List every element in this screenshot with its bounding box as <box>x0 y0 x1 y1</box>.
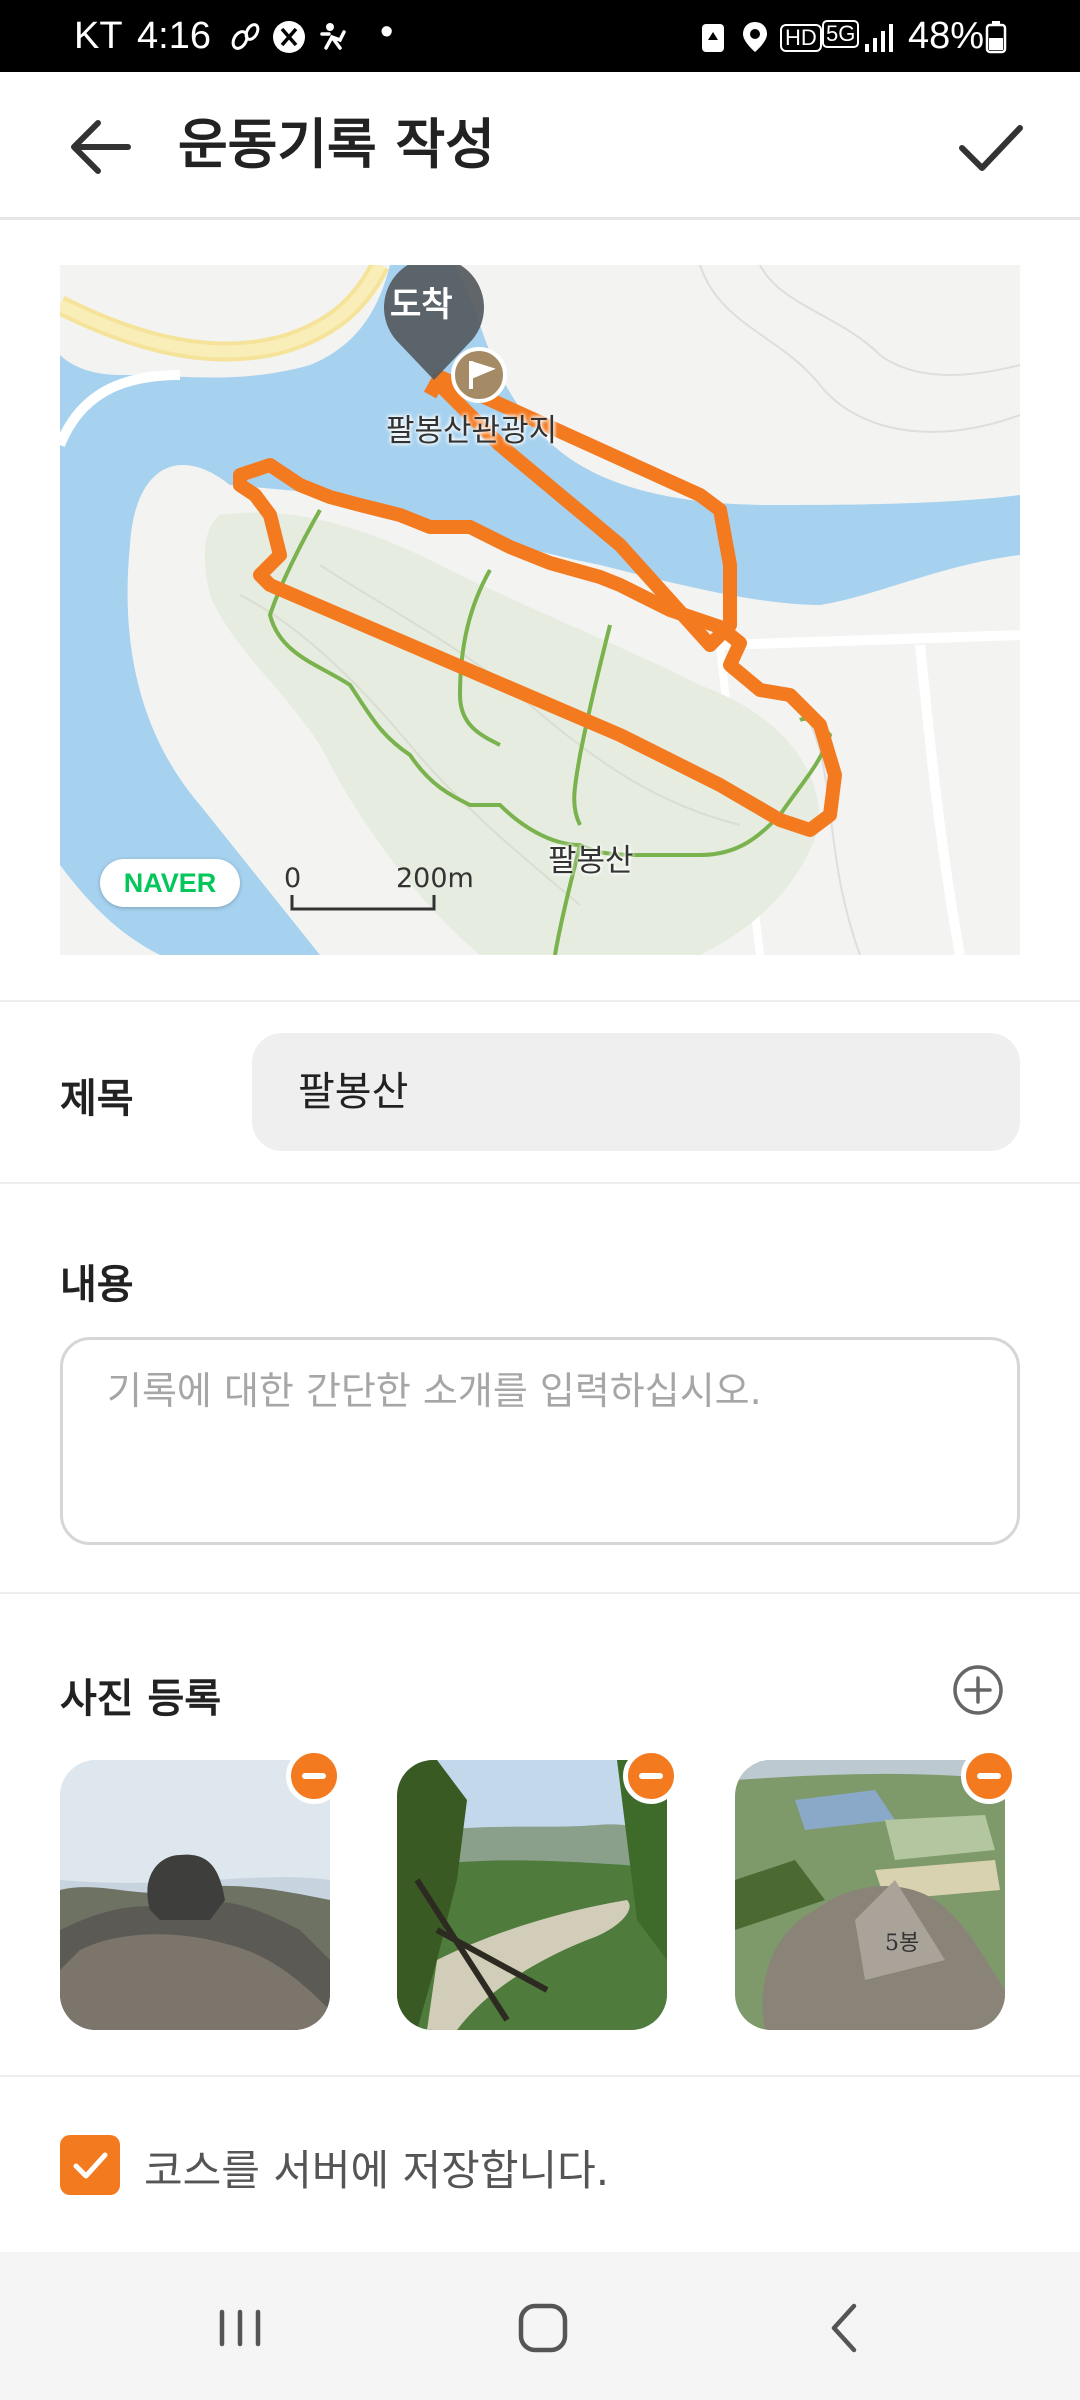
divider <box>0 1592 1080 1594</box>
recycle-icon <box>702 24 724 52</box>
map-canvas <box>60 265 1020 955</box>
photo-3-image: 5봉 <box>735 1760 1005 2030</box>
signal-icon <box>865 24 893 52</box>
status-dot: • <box>380 11 394 53</box>
content-textarea[interactable]: 기록에 대한 간단한 소개를 입력하십시오. <box>60 1337 1020 1545</box>
scale-end: 200m <box>396 863 474 894</box>
carrier-label: KT <box>74 15 123 57</box>
network-type: 5G <box>822 20 860 48</box>
status-bar: KT 4:16 • HD 5G 48% <box>0 0 1080 72</box>
steps-icon <box>231 23 260 50</box>
photo-thumbnail-3[interactable]: 5봉 <box>735 1760 1005 2030</box>
x-icon <box>273 21 305 53</box>
check-icon[interactable] <box>950 108 1030 188</box>
title-label: 제목 <box>60 1076 134 1122</box>
arrival-marker-label: 도착 <box>390 285 453 325</box>
page-title: 운동기록 작성 <box>178 113 495 176</box>
battery-icon <box>985 21 1007 54</box>
photo-thumbnail-2[interactable] <box>397 1760 667 2030</box>
title-input[interactable]: 팔봉산 <box>252 1033 1020 1151</box>
divider <box>0 1182 1080 1184</box>
content-label: 내용 <box>60 1262 134 1308</box>
battery-percent: 48% <box>908 15 985 57</box>
photo-1-image <box>60 1760 330 2030</box>
photo-thumbnail-1[interactable] <box>60 1760 330 2030</box>
photos-label: 사진 등록 <box>60 1676 222 1722</box>
divider <box>0 2075 1080 2077</box>
save-course-label[interactable]: 코스를 서버에 저장합니다. <box>144 2137 609 2198</box>
hd-badge: HD <box>780 24 822 52</box>
remove-photo-2-button[interactable] <box>623 1748 679 1804</box>
route-map[interactable]: 도착 팔봉산관광지 팔봉산 NAVER 0 200m <box>60 265 1020 955</box>
remove-photo-1-button[interactable] <box>286 1748 342 1804</box>
carved-text: 5봉 <box>885 1931 919 1956</box>
scale-start: 0 <box>284 863 302 894</box>
poi-label: 팔봉산관광지 <box>386 413 558 449</box>
save-course-checkbox[interactable] <box>60 2135 120 2195</box>
recents-icon[interactable] <box>200 2288 280 2368</box>
back-icon[interactable] <box>806 2288 886 2368</box>
arrow-left-icon[interactable] <box>60 112 140 182</box>
system-nav-bar <box>0 2252 1080 2400</box>
divider <box>0 1000 1080 1002</box>
content-placeholder: 기록에 대한 간단한 소개를 입력하십시오. <box>107 1369 762 1413</box>
checkmark-icon <box>73 2152 108 2179</box>
home-icon[interactable] <box>503 2288 583 2368</box>
remove-photo-3-button[interactable] <box>961 1748 1017 1804</box>
naver-logo: NAVER <box>100 859 240 907</box>
activity-icon <box>320 23 346 50</box>
peak-label: 팔봉산 <box>548 843 634 879</box>
photo-2-image <box>397 1760 667 2030</box>
status-time: 4:16 <box>137 15 211 57</box>
app-bar: 운동기록 작성 <box>0 72 1080 220</box>
add-photo-icon[interactable] <box>952 1664 1004 1716</box>
location-icon <box>743 22 767 52</box>
